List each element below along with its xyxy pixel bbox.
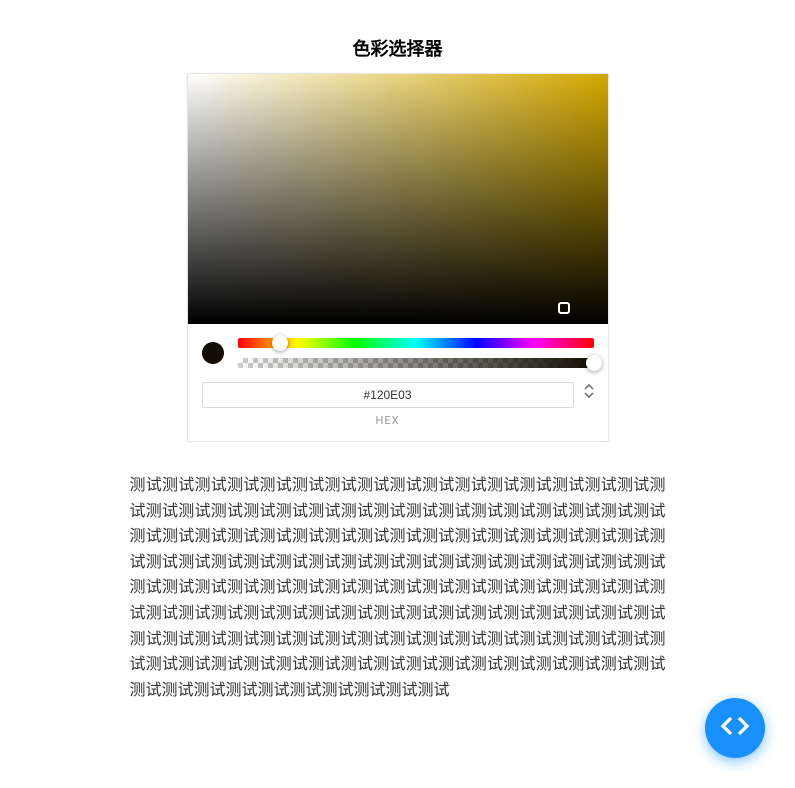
picker-controls	[188, 324, 608, 376]
picker-input-row: HEX	[188, 376, 608, 441]
format-switch-button[interactable]	[584, 382, 594, 400]
saturation-cursor[interactable]	[558, 302, 570, 314]
page-title: 色彩选择器	[128, 35, 668, 61]
test-text-block: 测试测试测试测试测试测试测试测试测试测试测试测试测试测试测试测试测试测试测试测试…	[128, 472, 668, 702]
code-icon	[719, 710, 751, 746]
view-code-button[interactable]	[705, 698, 765, 758]
hue-slider-thumb[interactable]	[272, 335, 288, 351]
color-preview-swatch	[202, 342, 224, 364]
alpha-slider[interactable]	[238, 358, 594, 368]
color-picker-panel: HEX	[187, 73, 609, 442]
alpha-slider-thumb[interactable]	[586, 355, 602, 371]
hex-input[interactable]	[202, 382, 574, 408]
format-label: HEX	[202, 414, 574, 427]
saturation-area[interactable]	[188, 74, 608, 324]
chevron-up-icon	[584, 384, 594, 392]
hue-slider[interactable]	[238, 338, 594, 348]
chevron-down-icon	[584, 392, 594, 400]
